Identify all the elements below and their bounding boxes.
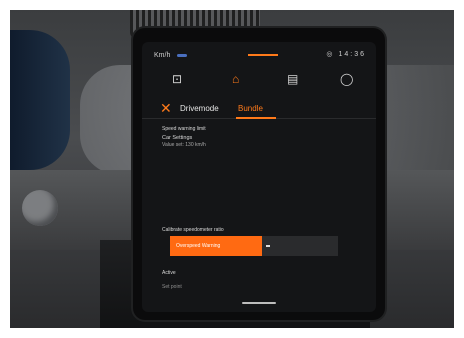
slider-fill: Overspeed Warning — [170, 236, 262, 256]
footer-subtitle: Set point — [162, 284, 182, 290]
speed-slider[interactable]: Overspeed Warning — [170, 236, 338, 256]
profile-icon[interactable]: ◯ — [340, 72, 353, 86]
tab-bar: ✕ Drivemode Bundle — [142, 100, 376, 119]
status-indicator-pill — [177, 54, 187, 57]
settings-icon[interactable]: ▤ — [287, 72, 298, 86]
section-label: Speed warning limit — [162, 126, 206, 132]
close-icon[interactable]: ✕ — [160, 100, 172, 116]
infotainment-screen: Km/h ◎ 14:36 ⊡ ⌂ ▤ ◯ ✕ Drivemode Bundle … — [142, 42, 376, 312]
item-title[interactable]: Car Settings — [162, 135, 192, 141]
status-speed-unit: Km/h — [154, 52, 171, 59]
media-icon[interactable]: ⊡ — [172, 72, 182, 86]
item-subtitle: Value set: 130 km/h — [162, 142, 206, 148]
top-navigation: ⊡ ⌂ ▤ ◯ — [142, 70, 376, 94]
home-indicator[interactable] — [242, 302, 276, 304]
control-knob — [22, 190, 58, 226]
status-active-indicator — [248, 54, 278, 56]
tab-bundle[interactable]: Bundle — [238, 104, 263, 113]
footer-label: Active — [162, 270, 176, 276]
status-icons: ◎ 14:36 — [326, 51, 366, 58]
slider-label: Calibrate speedometer ratio — [162, 227, 224, 233]
active-tab-underline — [236, 117, 276, 119]
instrument-cluster — [10, 30, 70, 170]
status-bar: Km/h ◎ 14:36 — [142, 42, 376, 66]
car-icon[interactable]: ⌂ — [232, 72, 239, 86]
slider-thumb[interactable] — [266, 245, 270, 247]
tab-drivemode[interactable]: Drivemode — [180, 104, 219, 113]
